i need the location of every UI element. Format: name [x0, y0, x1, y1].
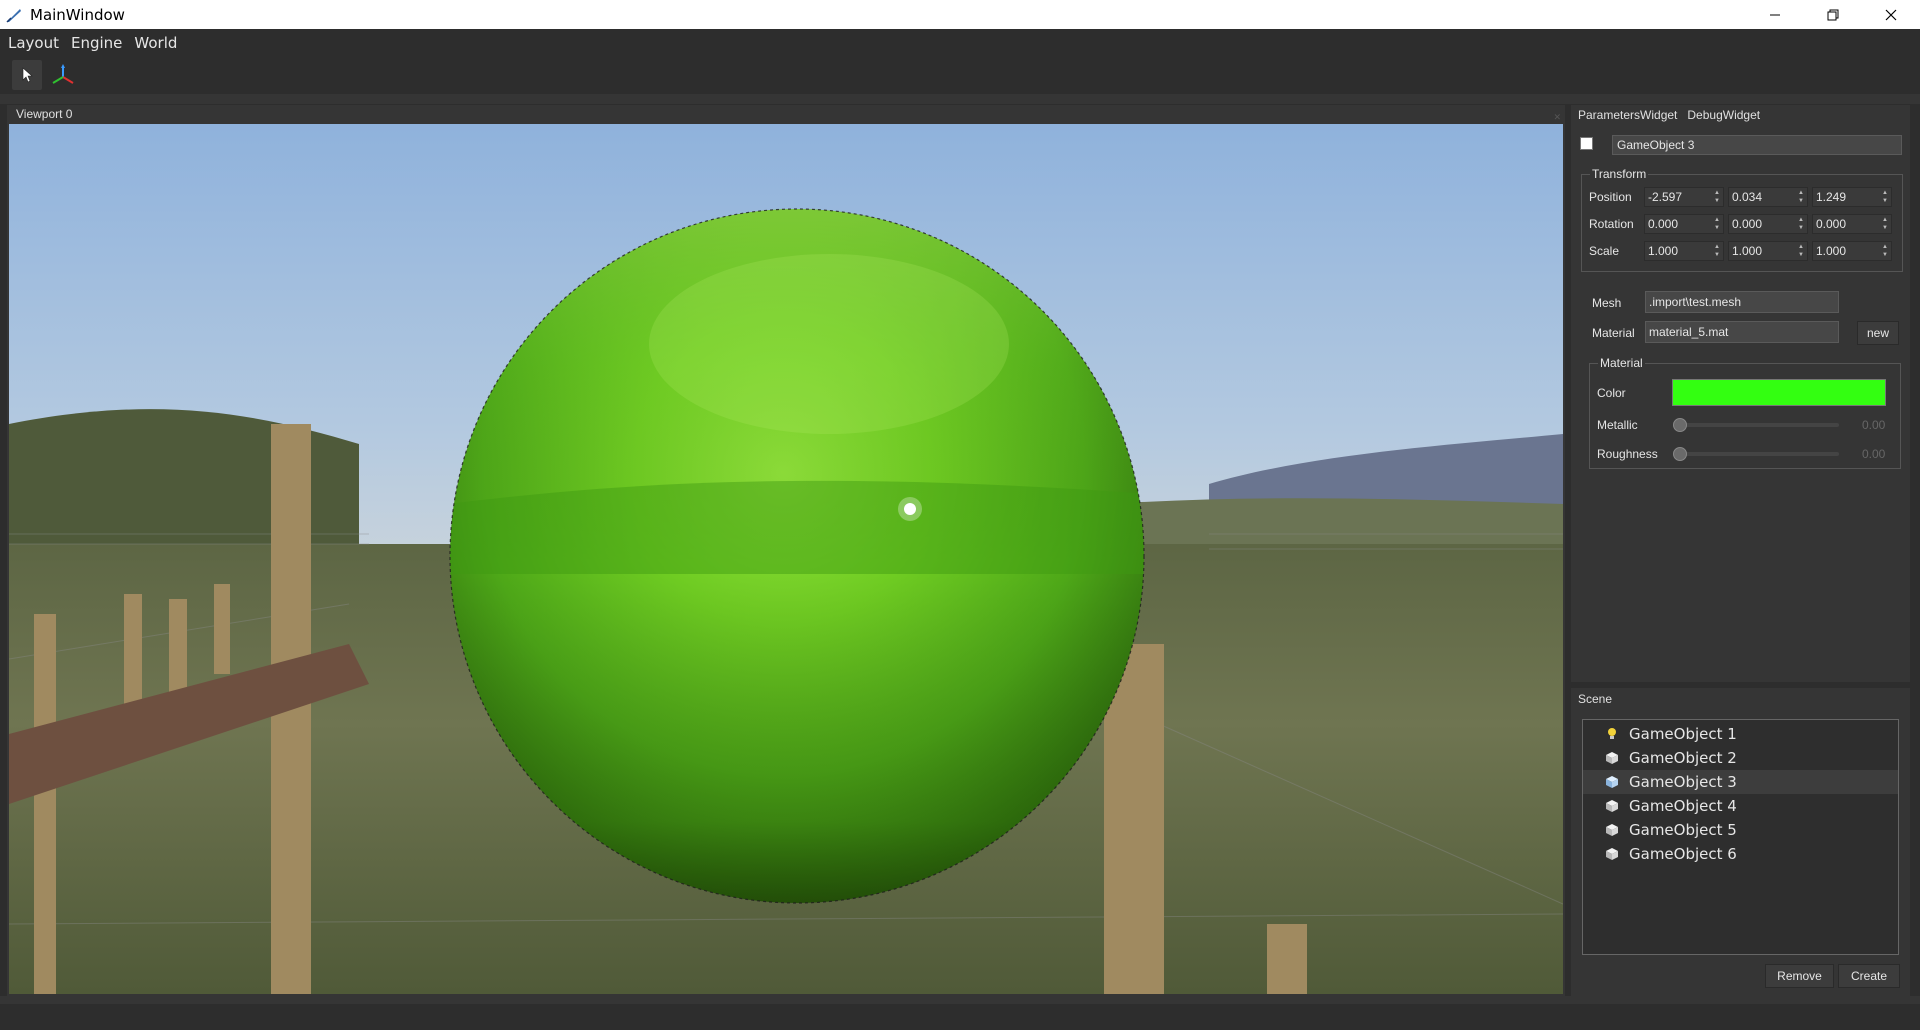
menu-engine[interactable]: Engine [65, 34, 128, 52]
bottom-separator [0, 996, 1920, 1004]
scale-label: Scale [1589, 244, 1620, 258]
status-bar [0, 1004, 1920, 1030]
mesh-field[interactable]: .import\test.mesh [1645, 291, 1839, 313]
viewport-title: Viewport 0 [16, 107, 73, 121]
gizmo-tool-button[interactable] [48, 60, 78, 90]
scale-z-spinbox[interactable]: 1.000 ▲ ▼ [1812, 241, 1892, 261]
scale-y-spinbox[interactable]: 1.000 ▲ ▼ [1728, 241, 1808, 261]
transform-group: Transform Position -2.597 ▲ ▼ 0.034 ▲ ▼ 1.24… [1581, 167, 1903, 272]
color-label: Color [1597, 386, 1626, 400]
toolbar [0, 56, 1920, 94]
scale-x-spinbox[interactable]: 1.000 ▲ ▼ [1644, 241, 1724, 261]
rotation-x-spinbox[interactable]: 0.000 ▲ ▼ [1644, 214, 1724, 234]
minimize-button[interactable] [1746, 0, 1804, 29]
position-y-spinbox[interactable]: 0.034 ▲ ▼ [1728, 187, 1808, 207]
metallic-label: Metallic [1597, 418, 1638, 432]
material-group-title: Material [1598, 356, 1645, 370]
scene-item-gameobject-4[interactable]: GameObject 4 [1583, 794, 1898, 818]
scene-item-label: GameObject 2 [1629, 749, 1737, 767]
scene-object-list: GameObject 1 GameObject 2 GameObject 3 G… [1582, 719, 1899, 955]
select-cursor-icon [22, 67, 33, 83]
material-label: Material [1592, 326, 1635, 340]
rotation-y-spinbox[interactable]: 0.000 ▲ ▼ [1728, 214, 1808, 234]
roughness-value: 0.00 [1862, 447, 1886, 461]
cube-icon [1605, 823, 1619, 837]
object-enabled-checkbox[interactable] [1580, 137, 1593, 150]
scene-item-gameobject-3[interactable]: GameObject 3 [1583, 770, 1898, 794]
scene-dock: Scene GameObject 1 GameObject 2 GameObje… [1571, 688, 1910, 996]
roughness-slider-handle[interactable] [1673, 447, 1687, 461]
gizmo-axes-icon [52, 64, 74, 84]
tab-parameters-widget[interactable]: ParametersWidget [1578, 108, 1677, 122]
rotation-label: Rotation [1589, 217, 1634, 231]
cube-icon [1605, 799, 1619, 813]
color-swatch[interactable] [1672, 379, 1886, 406]
title-bar: MainWindow [0, 0, 1920, 29]
create-button[interactable]: Create [1838, 964, 1900, 988]
metallic-slider-handle[interactable] [1673, 418, 1687, 432]
params-tab-bar: ParametersWidget DebugWidget [1571, 105, 1910, 125]
restore-button[interactable] [1804, 0, 1862, 29]
close-button[interactable] [1862, 0, 1920, 29]
new-material-button[interactable]: new [1857, 321, 1899, 345]
scene-item-label: GameObject 4 [1629, 797, 1737, 815]
scene-item-label: GameObject 5 [1629, 821, 1737, 839]
material-group: Material Color Metallic 0.00 Roughness 0… [1589, 356, 1901, 469]
toolbar-separator [0, 94, 1920, 104]
cube-icon [1605, 751, 1619, 765]
scene-item-gameobject-2[interactable]: GameObject 2 [1583, 746, 1898, 770]
cube-icon [1605, 847, 1619, 861]
select-tool-button[interactable] [12, 60, 42, 90]
scene-item-gameobject-5[interactable]: GameObject 5 [1583, 818, 1898, 842]
roughness-label: Roughness [1597, 447, 1658, 461]
cube-icon [1605, 775, 1619, 789]
scene-item-gameobject-1[interactable]: GameObject 1 [1583, 722, 1898, 746]
scene-item-label: GameObject 6 [1629, 845, 1737, 863]
menu-bar: Layout Engine World [0, 29, 1920, 56]
material-field[interactable]: material_5.mat [1645, 321, 1839, 343]
scene-item-label: GameObject 3 [1629, 773, 1737, 791]
tab-debug-widget[interactable]: DebugWidget [1687, 108, 1760, 122]
scene-item-label: GameObject 1 [1629, 725, 1737, 743]
position-x-spinbox[interactable]: -2.597 ▲ ▼ [1644, 187, 1724, 207]
metallic-value: 0.00 [1862, 418, 1886, 432]
scene-item-gameobject-6[interactable]: GameObject 6 [1583, 842, 1898, 866]
viewport-dock: Viewport 0 ✕ [7, 105, 1565, 996]
menu-layout[interactable]: Layout [2, 34, 65, 52]
light-bulb-icon [1605, 727, 1619, 741]
rotation-z-spinbox[interactable]: 0.000 ▲ ▼ [1812, 214, 1892, 234]
object-name-field[interactable]: GameObject 3 [1612, 135, 1902, 155]
position-z-spinbox[interactable]: 1.249 ▲ ▼ [1812, 187, 1892, 207]
viewport-3d[interactable] [9, 124, 1563, 994]
mesh-label: Mesh [1592, 296, 1622, 310]
roughness-slider[interactable] [1676, 452, 1839, 456]
parameters-dock: ParametersWidget DebugWidget GameObject … [1571, 105, 1910, 682]
window-title: MainWindow [30, 5, 125, 24]
app-feather-icon [4, 5, 24, 25]
remove-button[interactable]: Remove [1765, 964, 1834, 988]
position-label: Position [1589, 190, 1632, 204]
metallic-slider[interactable] [1676, 423, 1839, 427]
menu-world[interactable]: World [128, 34, 183, 52]
transform-group-title: Transform [1590, 167, 1649, 181]
scene-title: Scene [1578, 692, 1613, 706]
